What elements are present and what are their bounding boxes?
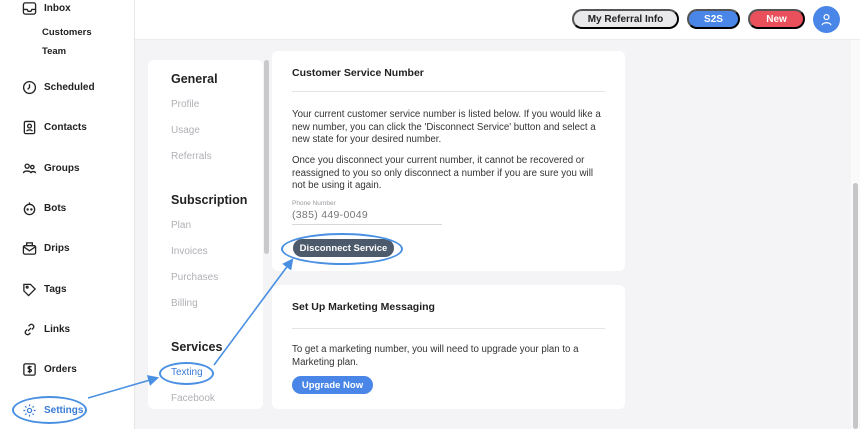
sidebar-item-label: Orders — [44, 363, 77, 375]
submenu-item-purchases[interactable]: Purchases — [171, 272, 218, 283]
clock-icon — [22, 80, 37, 94]
customer-service-paragraph-1: Your current customer service number is … — [292, 109, 601, 145]
groups-icon — [22, 162, 37, 173]
marketing-title: Set Up Marketing Messaging — [292, 301, 435, 313]
settings-submenu: General Profile Usage Referrals Subscrip… — [148, 60, 263, 409]
sidebar-item-label: Scheduled — [44, 81, 95, 93]
marketing-card: Set Up Marketing Messaging To get a mark… — [272, 285, 625, 409]
avatar[interactable] — [813, 6, 840, 33]
sidebar-item-label: Contacts — [44, 121, 87, 133]
page-scrollbar-thumb[interactable] — [853, 183, 858, 429]
contact-card-icon — [23, 120, 36, 134]
customer-service-title: Customer Service Number — [292, 67, 424, 79]
phone-number-underline — [292, 224, 442, 225]
sidebar-item-label: Groups — [44, 162, 80, 174]
sidebar-item-links[interactable]: Links — [22, 319, 70, 339]
sidebar-subitem-team[interactable]: Team — [42, 46, 66, 57]
sidebar-item-groups[interactable]: Groups — [22, 158, 80, 178]
user-icon — [821, 14, 832, 26]
sidebar-subitem-customers[interactable]: Customers — [42, 27, 92, 38]
customer-service-paragraph-2: Once you disconnect your current number,… — [292, 155, 594, 191]
sidebar-item-label: Bots — [44, 202, 67, 214]
settings-highlight-annotation — [12, 396, 87, 424]
card-divider — [292, 328, 605, 329]
inbox-icon — [22, 1, 37, 15]
texting-highlight-annotation — [159, 362, 214, 385]
sidebar-item-label: Links — [44, 323, 71, 335]
top-header: My Referral Info S2S New — [135, 0, 860, 40]
sidebar-item-inbox[interactable]: Inbox — [22, 0, 71, 18]
submenu-heading-general: General — [171, 72, 218, 86]
sidebar-item-bots[interactable]: Bots — [22, 198, 66, 218]
submenu-heading-services: Services — [171, 340, 223, 354]
sidebar-item-contacts[interactable]: Contacts — [22, 117, 87, 137]
new-button[interactable]: New — [748, 9, 805, 29]
submenu-item-plan[interactable]: Plan — [171, 220, 191, 231]
phone-number-value: (385) 449-0049 — [292, 209, 369, 221]
referral-info-button[interactable]: My Referral Info — [572, 9, 679, 29]
s2s-button[interactable]: S2S — [687, 9, 740, 29]
submenu-item-usage[interactable]: Usage — [171, 125, 200, 136]
card-divider — [292, 91, 605, 92]
bot-icon — [23, 201, 36, 215]
disconnect-highlight-annotation — [281, 233, 403, 265]
sidebar-item-label: Tags — [44, 283, 67, 295]
link-icon — [24, 323, 35, 335]
submenu-scrollbar[interactable] — [264, 60, 269, 254]
sidebar-item-label: Inbox — [44, 2, 71, 14]
sidebar-item-orders[interactable]: Orders — [22, 359, 77, 379]
sidebar-item-drips[interactable]: Drips — [22, 238, 70, 258]
drip-mail-icon — [22, 241, 37, 255]
upgrade-now-button[interactable]: Upgrade Now — [292, 376, 373, 394]
submenu-item-referrals[interactable]: Referrals — [171, 151, 212, 162]
submenu-heading-subscription: Subscription — [171, 193, 248, 207]
tag-icon — [23, 283, 37, 297]
sidebar: Inbox Customers Team Scheduled Contacts … — [0, 0, 135, 429]
marketing-text: To get a marketing number, you will need… — [292, 344, 579, 368]
sidebar-item-scheduled[interactable]: Scheduled — [22, 77, 95, 97]
submenu-item-facebook[interactable]: Facebook — [171, 393, 215, 404]
sidebar-item-label: Drips — [44, 242, 70, 254]
sidebar-item-tags[interactable]: Tags — [22, 279, 67, 299]
phone-number-label: Phone Number — [292, 200, 336, 207]
submenu-item-billing[interactable]: Billing — [171, 298, 198, 309]
submenu-item-profile[interactable]: Profile — [171, 99, 199, 110]
submenu-item-invoices[interactable]: Invoices — [171, 246, 208, 257]
dollar-icon — [23, 362, 36, 376]
